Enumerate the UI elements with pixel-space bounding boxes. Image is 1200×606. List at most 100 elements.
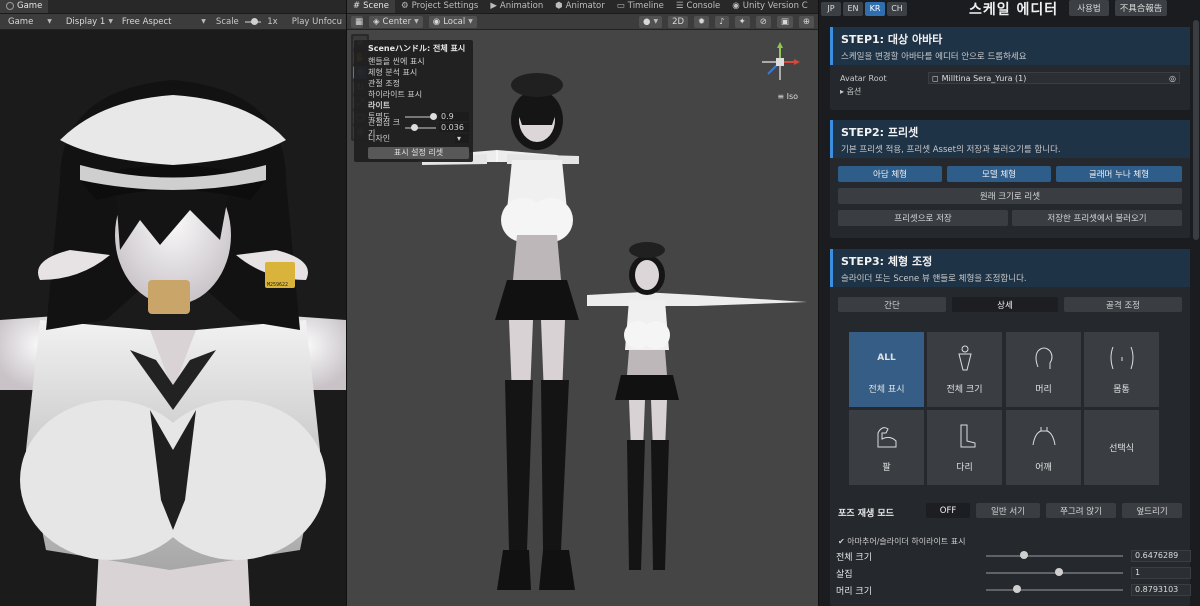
tab-6[interactable]: ◉ Unity Version C [726,0,813,13]
orientation-gizmo[interactable] [758,40,802,84]
head-size-value[interactable]: 0.8793103 [1131,584,1191,596]
editor-scrollbar[interactable] [1193,20,1199,240]
step3-header: STEP3: 체형 조정 슬라이더 또는 Scene 뷰 핸들로 체형을 조정합… [830,249,1190,287]
reset-display-button[interactable]: 표시 설정 리셋 [368,147,469,159]
hash-icon: # [353,1,361,11]
mode-detail-tab[interactable]: 상세 [952,297,1058,312]
gamepad-icon [6,2,14,10]
pose-off-button[interactable]: OFF [926,503,970,518]
flesh-value[interactable]: 1 [1131,567,1191,579]
ear-tag-code: M259622 [267,282,288,288]
tile-torso[interactable]: 몸통 [1084,332,1159,407]
tile-body-size[interactable]: 전체 크기 [927,332,1002,407]
scale-label: Scale [215,16,239,27]
tab-3[interactable]: ⬢ Animator [549,0,611,13]
joint-size-slider[interactable] [405,123,436,131]
lang-ch-button[interactable]: CH [887,1,907,16]
avatar-root-field[interactable]: ◻ Milltina Sera_Yura (1) ◎ [928,72,1180,84]
tab-2[interactable]: ▶ Animation [484,0,549,13]
scale-slider[interactable] [244,17,262,25]
options-foldout[interactable]: ▸ 옵션 [830,85,1190,98]
game-viewport[interactable]: M259622 [0,30,346,606]
preset-petite-button[interactable]: 아담 체형 [838,166,942,182]
shoulder-icon [1031,422,1057,450]
camera-dropdown[interactable]: ▣ [776,15,793,28]
effects-dropdown[interactable]: ✦ [734,15,750,28]
preset-glamour-button[interactable]: 글래머 누나 체형 [1056,166,1182,182]
reset-size-button[interactable]: 원래 크기로 리셋 [838,188,1182,204]
play-focus-dropdown[interactable]: Play Unfocu [292,17,342,27]
slider-handle[interactable] [1054,568,1063,576]
pose-prone-button[interactable]: 엎드리기 [1122,503,1182,518]
opacity-value[interactable]: 0.9 [439,112,469,121]
flesh-slider[interactable] [986,568,1123,576]
preset-model-button[interactable]: 모델 체형 [947,166,1051,182]
highlight-toggle[interactable]: ✔ 아마추어/슬라이더 하이라이트 표시 [838,536,965,547]
tile-select[interactable]: 선택식 [1084,410,1159,485]
load-preset-button[interactable]: 저장한 프리셋에서 불러오기 [1012,210,1182,226]
game-display-mode-dropdown[interactable]: Game ▼ [4,16,56,28]
tab-game[interactable]: Game [0,0,49,13]
mode-2d-toggle[interactable]: 2D [668,15,689,28]
overlay-option[interactable]: 하이라이트 표시 [368,89,469,100]
mode-skeleton-tab[interactable]: 골격 조정 [1064,297,1182,312]
pose-mode-label: 포즈 재생 모드 [838,509,894,519]
chevron-down-icon: ▼ [201,18,206,25]
tile-shoulder[interactable]: 어깨 [1006,410,1081,485]
scene-handle-overlay: Sceneハンドル: 전체 표시 핸들을 씬에 표시 체형 분석 표시 관절 조… [354,40,473,162]
overlay-option[interactable]: 체형 분석 표시 [368,67,469,78]
slider-handle[interactable] [1020,551,1029,559]
overlay-option[interactable]: 핸들을 씬에 표시 [368,56,469,67]
visibility-toggle[interactable]: ⊘ [755,15,771,28]
report-button[interactable]: 不具合報告 [1115,0,1167,16]
space-dropdown[interactable]: ◉ Local ▼ [428,15,477,28]
game-tabbar: Game [0,0,346,14]
tab-1[interactable]: ⚙ Project Settings [395,0,484,13]
lang-jp-button[interactable]: JP [821,1,841,16]
joint-size-row: 관절점 크기 0.036 [368,118,469,138]
lang-en-button[interactable]: EN [843,1,863,16]
gameobject-icon: ◻ [932,73,939,83]
overall-size-slider[interactable] [986,551,1123,559]
tile-all[interactable]: ALL 전체 표시 [849,332,924,407]
slider-row: 전체 크기 0.6476289 [836,549,1191,563]
chevron-down-icon: ▼ [414,18,419,25]
overall-size-value[interactable]: 0.6476289 [1131,550,1191,562]
projection-label[interactable]: ≡ Iso [777,92,798,101]
design-dropdown[interactable]: ▾ [455,134,469,143]
tab-5[interactable]: ☰ Console [670,0,726,13]
mode-simple-tab[interactable]: 간단 [838,297,946,312]
joint-size-value[interactable]: 0.036 [439,123,469,132]
scene-toolbar: ▦ ◈ Center ▼ ◉ Local ▼ ● ▼ 2D ✹ ♪ ✦ ⊘ ▣ ⊕ [347,14,818,30]
slider-handle[interactable] [1013,585,1022,593]
body-icon [955,344,975,372]
gizmos-dropdown[interactable]: ⊕ [798,15,814,28]
target-icon[interactable]: ◎ [1169,74,1176,83]
overlay-option[interactable]: 관절 조정 [368,78,469,89]
scale-value: 1x [267,16,278,27]
tile-arm[interactable]: 팔 [849,410,924,485]
aspect-dropdown[interactable]: Free Aspect ▼ [118,16,210,28]
head-size-slider[interactable] [986,585,1123,593]
audio-toggle[interactable]: ♪ [715,15,729,28]
lighting-toggle[interactable]: ✹ [694,15,710,28]
tile-leg[interactable]: 다리 [927,410,1002,485]
scene-view[interactable]: ≡ ✋ ✥ ↻ ⤢ ▢ ⊛ Sceneハンドル: 전체 표시 핸들을 씬에 표시… [347,30,818,606]
save-preset-button[interactable]: 프리셋으로 저장 [838,210,1008,226]
overlay-title: Sceneハンドル: 전체 표시 [368,44,466,53]
pose-stand-button[interactable]: 일반 서기 [976,503,1040,518]
pose-crouch-button[interactable]: 쭈그려 앉기 [1046,503,1116,518]
usage-button[interactable]: 사용법 [1069,0,1109,16]
pivot-dropdown[interactable]: ◈ Center ▼ [369,15,423,28]
version-control-icon: ◉ [732,1,740,11]
tab-0[interactable]: # Scene [347,0,396,13]
opacity-slider[interactable] [405,112,437,120]
overlay-toggle[interactable]: ▦ [351,15,363,28]
chevron-down-icon: ▼ [468,18,473,25]
overlay-section-label: 라이트 [368,101,391,110]
tab-4[interactable]: ▭ Timeline [611,0,670,13]
shading-dropdown[interactable]: ● ▼ [639,15,663,28]
lang-kr-button[interactable]: KR [865,1,885,16]
display-dropdown[interactable]: Display 1 ▼ [62,16,113,28]
tile-head[interactable]: 머리 [1006,332,1081,407]
